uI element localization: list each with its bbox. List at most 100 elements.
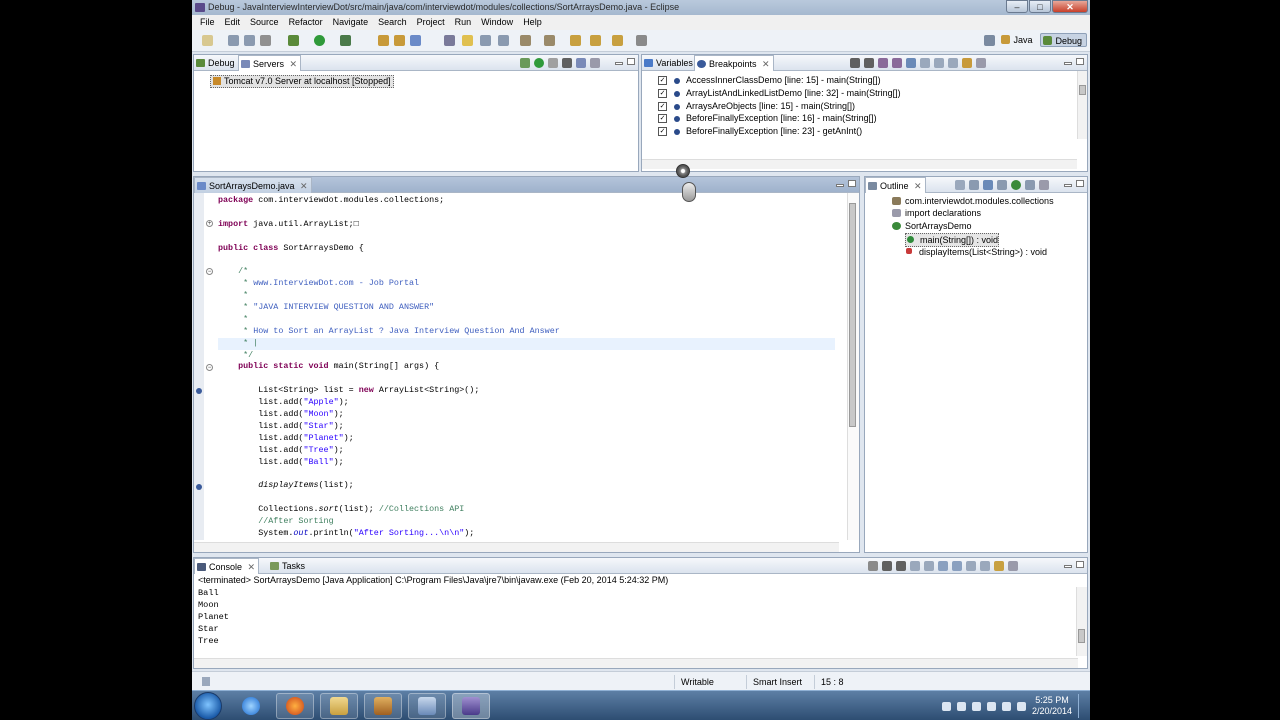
hide-fields-icon[interactable]: [983, 180, 993, 190]
maximize-view-icon[interactable]: [1076, 180, 1084, 187]
start-button[interactable]: [194, 692, 222, 720]
outline-method-displayitems[interactable]: displayItems(List<String>) : void: [905, 246, 1047, 258]
volume-icon[interactable]: [971, 701, 981, 711]
tab-debug[interactable]: Debug: [194, 55, 235, 71]
open-type-icon[interactable]: [444, 35, 455, 46]
debug-icon[interactable]: [288, 35, 299, 46]
menu-edit[interactable]: Edit: [220, 15, 246, 30]
new-class-icon[interactable]: [410, 35, 421, 46]
close-tab-icon[interactable]: ✕: [914, 178, 922, 194]
forward-icon[interactable]: [612, 35, 623, 46]
menu-help[interactable]: Help: [518, 15, 547, 30]
close-tab-icon[interactable]: ✕: [300, 178, 308, 194]
new-package-icon[interactable]: [394, 35, 405, 46]
menu-run[interactable]: Run: [450, 15, 477, 30]
back-icon[interactable]: [590, 35, 601, 46]
show-desktop-button[interactable]: [1078, 694, 1086, 718]
code-area[interactable]: package com.interviewdot.modules.collect…: [218, 195, 835, 540]
show-whitespace-icon[interactable]: [498, 35, 509, 46]
last-edit-icon[interactable]: [570, 35, 581, 46]
view-menu-icon[interactable]: [1039, 180, 1049, 190]
menu-navigate[interactable]: Navigate: [328, 15, 374, 30]
menu-file[interactable]: File: [195, 15, 220, 30]
tray-app-icon[interactable]: [1016, 701, 1026, 711]
terminate-icon[interactable]: [868, 561, 878, 571]
view-menu-icon[interactable]: [590, 58, 600, 68]
close-tab-icon[interactable]: ✕: [247, 559, 255, 575]
tab-outline[interactable]: Outline ✕: [865, 177, 926, 193]
taskbar-internet-explorer[interactable]: [232, 693, 270, 719]
mark-occurrences-icon[interactable]: [462, 35, 473, 46]
minimize-view-icon[interactable]: [615, 62, 623, 65]
add-java-exception-icon[interactable]: [962, 58, 972, 68]
console-vertical-scrollbar[interactable]: [1076, 587, 1087, 656]
minimize-view-icon[interactable]: [1064, 565, 1072, 568]
fold-toggle-icon[interactable]: −: [206, 364, 213, 371]
breakpoints-horizontal-scrollbar[interactable]: [642, 159, 1077, 169]
fold-toggle-icon[interactable]: +: [206, 220, 213, 227]
breakpoint-item[interactable]: ✓ AccessInnerClassDemo [line: 15] - main…: [658, 74, 1073, 87]
new-icon[interactable]: [202, 35, 213, 46]
breakpoint-item[interactable]: ✓ BeforeFinallyException [line: 16] - ma…: [658, 112, 1073, 125]
show-stdout-icon[interactable]: [938, 561, 948, 571]
show-stderr-icon[interactable]: [952, 561, 962, 571]
breakpoints-vertical-scrollbar[interactable]: [1077, 71, 1087, 139]
save-all-icon[interactable]: [244, 35, 255, 46]
breakpoint-checkbox[interactable]: ✓: [658, 127, 667, 137]
server-row[interactable]: Tomcat v7.0 Server at localhost [Stopped…: [210, 75, 394, 88]
outline-class[interactable]: SortArraysDemo: [891, 220, 972, 232]
maximize-button[interactable]: □: [1029, 0, 1051, 13]
breakpoint-checkbox[interactable]: ✓: [658, 88, 667, 98]
tab-variables[interactable]: Variables: [642, 55, 693, 71]
minimize-view-icon[interactable]: [1064, 184, 1072, 187]
remove-all-breakpoints-icon[interactable]: [864, 58, 874, 68]
menu-window[interactable]: Window: [476, 15, 518, 30]
show-supported-icon[interactable]: [878, 58, 888, 68]
open-perspective-icon[interactable]: [984, 34, 996, 46]
menu-source[interactable]: Source: [245, 15, 284, 30]
network-icon[interactable]: [986, 701, 996, 711]
run-icon[interactable]: [314, 35, 325, 46]
taskbar-clock[interactable]: 5:25 PM 2/20/2014: [1032, 695, 1072, 717]
tab-console[interactable]: Console ✕: [194, 558, 260, 575]
breakpoint-marker-icon[interactable]: [196, 388, 202, 394]
collapse-all-icon[interactable]: [955, 180, 965, 190]
console-horizontal-scrollbar[interactable]: [194, 658, 1078, 668]
pin-console-icon[interactable]: [966, 561, 976, 571]
tab-tasks[interactable]: Tasks: [268, 558, 305, 574]
taskbar-explorer[interactable]: [320, 693, 358, 719]
clear-console-icon[interactable]: [910, 561, 920, 571]
minimize-view-icon[interactable]: [1064, 62, 1072, 65]
link-with-debug-icon[interactable]: [948, 58, 958, 68]
publish-icon[interactable]: [576, 58, 586, 68]
tab-servers[interactable]: Servers ✕: [238, 55, 302, 71]
tab-sortarraysdemo[interactable]: SortArraysDemo.java ✕: [194, 177, 312, 193]
toggle-block-icon[interactable]: [480, 35, 491, 46]
skip-breakpoints-icon[interactable]: [906, 58, 916, 68]
annotation-next-icon[interactable]: [520, 35, 531, 46]
maximize-view-icon[interactable]: [1076, 561, 1084, 568]
fast-view-icon[interactable]: [202, 677, 210, 686]
scrollbar-thumb[interactable]: [1079, 85, 1086, 95]
debug-server-icon[interactable]: [520, 58, 530, 68]
scrollbar-thumb[interactable]: [1078, 629, 1085, 643]
breakpoint-item[interactable]: ✓ ArrayListAndLinkedListDemo [line: 32] …: [658, 87, 1073, 100]
breakpoint-item[interactable]: ✓ BeforeFinallyException [line: 23] - ge…: [658, 125, 1073, 138]
java-perspective-button[interactable]: Java: [999, 33, 1036, 47]
taskbar-firefox[interactable]: [276, 693, 314, 719]
stop-server-icon[interactable]: [562, 58, 572, 68]
minimize-button[interactable]: –: [1006, 0, 1028, 13]
action-center-icon[interactable]: [956, 701, 966, 711]
menu-refactor[interactable]: Refactor: [284, 15, 328, 30]
breakpoint-marker-icon[interactable]: [196, 484, 202, 490]
go-to-file-icon[interactable]: [892, 58, 902, 68]
taskbar-eclipse[interactable]: [452, 693, 490, 719]
new-java-project-icon[interactable]: [378, 35, 389, 46]
expand-all-icon[interactable]: [920, 58, 930, 68]
console-output[interactable]: Ball Moon Planet Star Tree: [194, 587, 1075, 647]
fold-toggle-icon[interactable]: −: [206, 268, 213, 275]
breakpoint-checkbox[interactable]: ✓: [658, 114, 667, 124]
maximize-view-icon[interactable]: [627, 58, 635, 65]
maximize-view-icon[interactable]: [848, 180, 856, 187]
editor-horizontal-scrollbar[interactable]: [194, 542, 839, 552]
